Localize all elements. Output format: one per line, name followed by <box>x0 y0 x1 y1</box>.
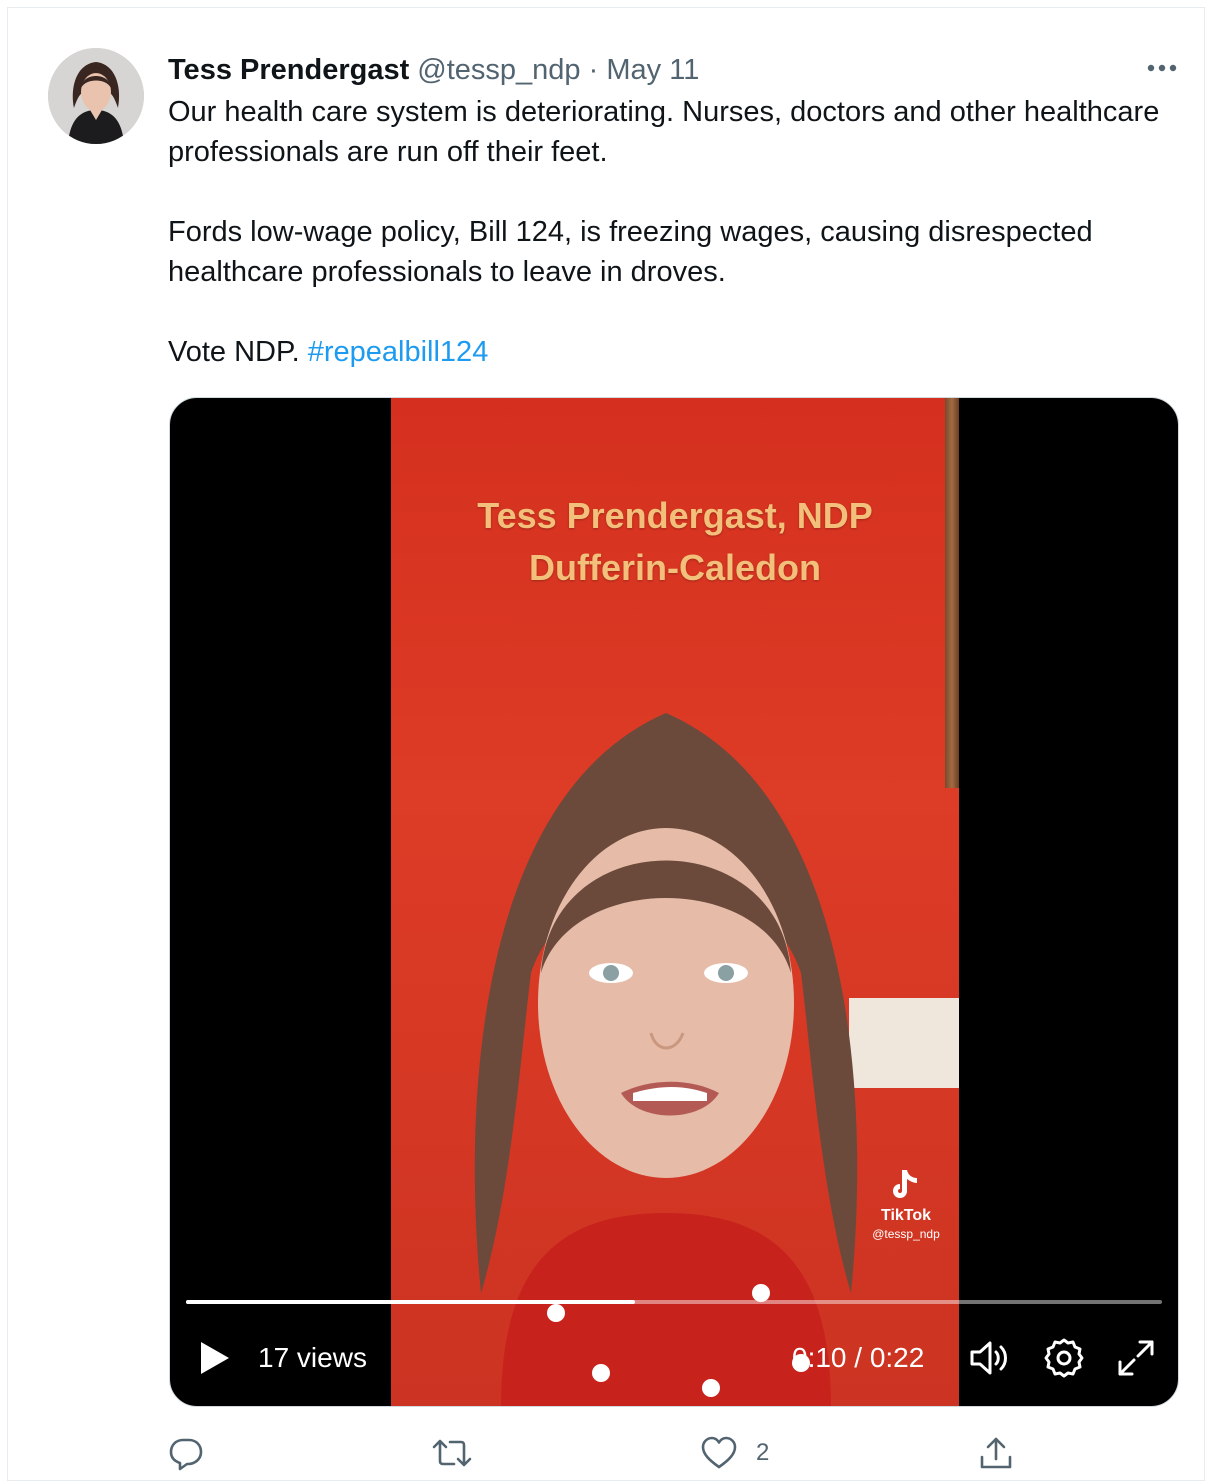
heart-icon <box>701 1436 737 1469</box>
reply-button[interactable] <box>168 1428 222 1478</box>
separator-dot: · <box>588 54 599 86</box>
tweet-paragraph: Fords low-wage policy, Bill 124, is free… <box>168 216 1093 288</box>
like-button[interactable]: 2 <box>700 1428 769 1478</box>
speaker-figure <box>474 713 858 1406</box>
tiktok-brand: TikTok <box>880 1207 932 1224</box>
tweet-actions: 2 <box>168 1428 1068 1478</box>
overlay-title-line2: Dufferin-Caledon <box>529 547 821 588</box>
overlay-title-line1: Tess Prendergast, NDP <box>477 495 873 536</box>
progress-bar[interactable] <box>186 1300 1162 1304</box>
tiktok-logo-icon <box>893 1170 917 1198</box>
tweet-date[interactable]: May 11 <box>606 54 699 86</box>
tweet-text: Our health care system is deteriorating.… <box>168 92 1168 372</box>
tweet-paragraph-last: Vote NDP. #repealbill124 <box>168 332 1168 372</box>
play-button[interactable] <box>198 1340 232 1376</box>
view-count: 17 views <box>258 1342 367 1373</box>
retweet-button[interactable] <box>432 1428 490 1478</box>
settings-button[interactable] <box>1042 1338 1086 1378</box>
tweet-header: Tess Prendergast @tessp_ndp · May 11 <box>168 50 699 90</box>
tiktok-watermark: TikTok @tessp_ndp <box>851 1168 959 1241</box>
tweet-paragraph: Our health care system is deteriorating.… <box>168 96 1160 168</box>
play-icon <box>201 1342 229 1374</box>
share-icon <box>980 1437 1012 1469</box>
hashtag-link[interactable]: #repealbill124 <box>308 336 489 368</box>
reply-icon <box>169 1438 203 1471</box>
video-frame[interactable]: Tess Prendergast, NDP Dufferin-Caledon T… <box>391 398 959 1406</box>
retweet-icon <box>432 1439 472 1467</box>
tweet-card: Tess Prendergast @tessp_ndp · May 11 Our… <box>7 7 1205 1481</box>
author-handle[interactable]: @tessp_ndp <box>417 54 580 86</box>
volume-button[interactable] <box>968 1338 1012 1378</box>
progress-fill <box>186 1300 635 1304</box>
video-player[interactable]: Tess Prendergast, NDP Dufferin-Caledon T… <box>169 397 1179 1407</box>
gear-icon <box>1044 1338 1084 1378</box>
more-options-button[interactable] <box>1144 56 1180 80</box>
tweet-last-line-text: Vote NDP. <box>168 336 300 368</box>
like-count: 2 <box>756 1439 770 1466</box>
video-controls: 17 views 0:10 / 0:22 <box>170 1328 1178 1388</box>
author-name[interactable]: Tess Prendergast <box>168 54 409 86</box>
expand-icon <box>1118 1340 1154 1376</box>
timecode: 0:10 / 0:22 <box>792 1342 925 1373</box>
fullscreen-button[interactable] <box>1114 1338 1158 1378</box>
share-button[interactable] <box>978 1428 1032 1478</box>
tiktok-handle: @tessp_ndp <box>872 1227 940 1241</box>
avatar[interactable] <box>48 48 144 144</box>
video-overlay-title: Tess Prendergast, NDP Dufferin-Caledon <box>391 490 959 594</box>
volume-icon <box>970 1341 1007 1375</box>
more-horizontal-icon <box>1147 64 1177 72</box>
